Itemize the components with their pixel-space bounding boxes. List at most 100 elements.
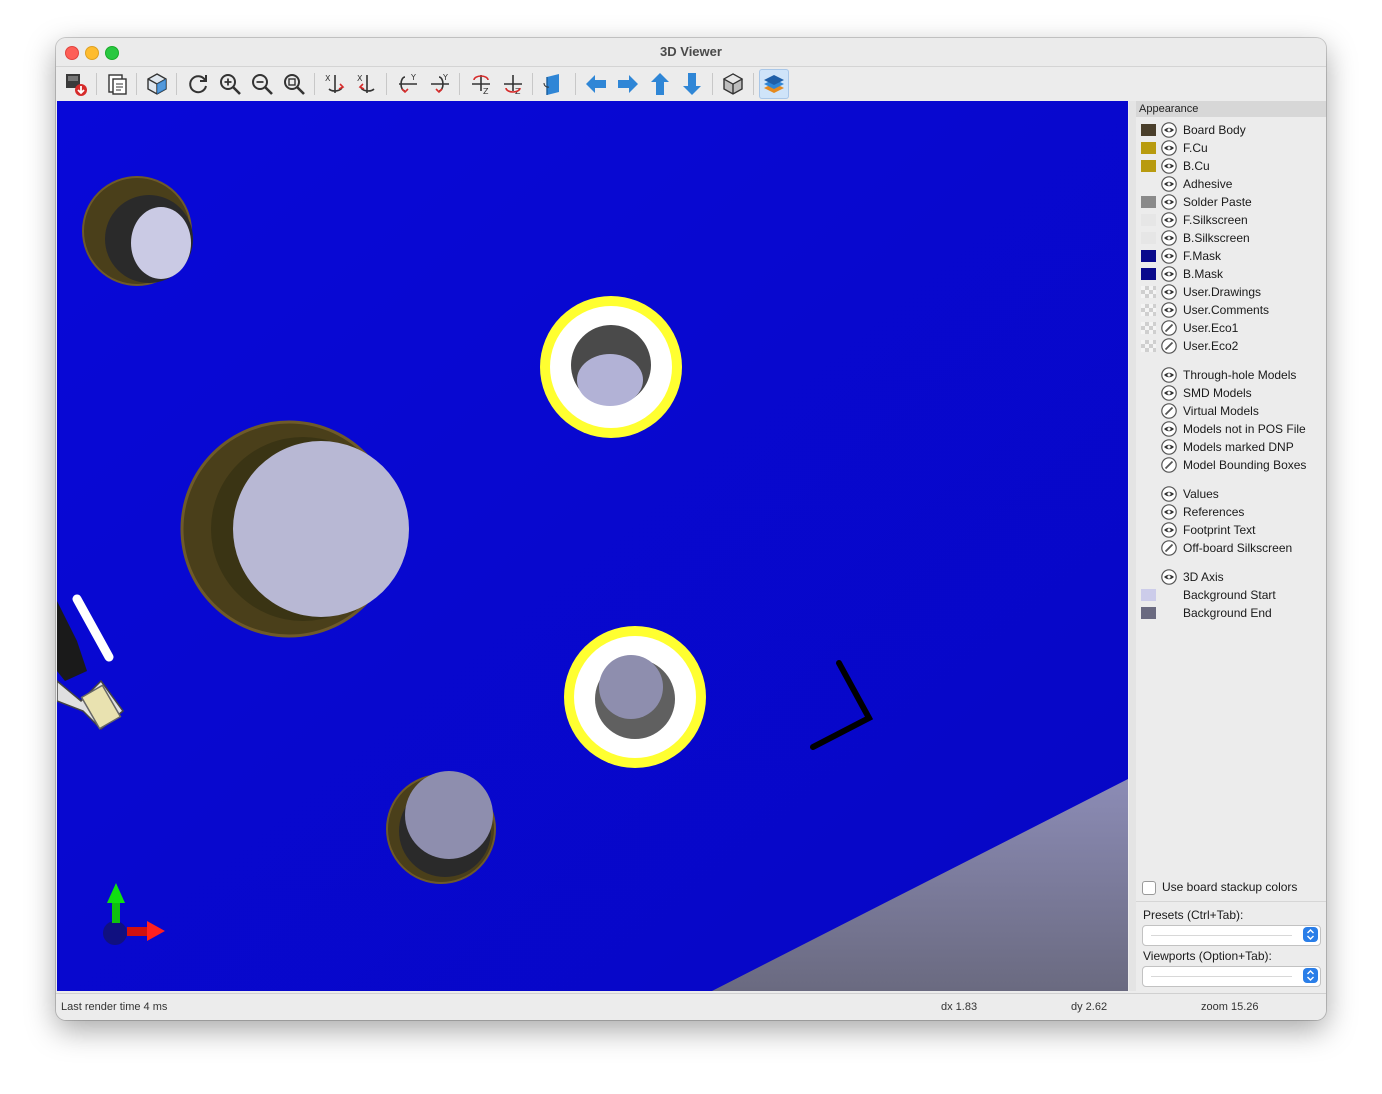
- ortho-view-icon[interactable]: [718, 69, 748, 99]
- svg-text:X: X: [357, 74, 363, 83]
- color-swatch[interactable]: [1141, 142, 1156, 154]
- visibility-eye-icon[interactable]: [1161, 522, 1177, 538]
- rotate-x-cw-icon[interactable]: X: [320, 69, 350, 99]
- visibility-eye-icon[interactable]: [1161, 486, 1177, 502]
- color-swatch[interactable]: [1141, 214, 1156, 226]
- layer-label: Board Body: [1183, 123, 1246, 137]
- visibility-eye-icon[interactable]: [1161, 421, 1177, 437]
- rotate-x-ccw-icon[interactable]: X: [352, 69, 382, 99]
- plated-via: [540, 296, 682, 438]
- color-swatch[interactable]: [1141, 124, 1156, 136]
- layer-row[interactable]: F.Silkscreen: [1140, 211, 1326, 229]
- zoom-out-icon[interactable]: [247, 69, 277, 99]
- layer-row[interactable]: B.Silkscreen: [1140, 229, 1326, 247]
- presets-dropdown[interactable]: [1142, 925, 1321, 946]
- 3d-viewport[interactable]: [57, 101, 1128, 991]
- svg-text:Z: Z: [483, 87, 489, 96]
- visibility-eye-icon[interactable]: [1161, 230, 1177, 246]
- toolbar: X X Y Y Z Z: [56, 67, 1326, 101]
- layer-row[interactable]: Footprint Text: [1140, 521, 1326, 539]
- layer-row[interactable]: Adhesive: [1140, 175, 1326, 193]
- layer-label: Virtual Models: [1183, 404, 1259, 418]
- visibility-eye-icon[interactable]: [1161, 284, 1177, 300]
- layer-row[interactable]: Background Start: [1140, 586, 1326, 604]
- color-swatch[interactable]: [1141, 340, 1156, 352]
- use-stackup-colors-checkbox[interactable]: [1142, 881, 1156, 895]
- reload-icon[interactable]: [183, 69, 213, 99]
- layer-row[interactable]: Board Body: [1140, 121, 1326, 139]
- visibility-eye-icon[interactable]: [1161, 176, 1177, 192]
- layer-row[interactable]: User.Comments: [1140, 301, 1326, 319]
- visibility-eye-icon[interactable]: [1161, 212, 1177, 228]
- visibility-eye-icon[interactable]: [1161, 439, 1177, 455]
- visibility-eye-icon[interactable]: [1161, 385, 1177, 401]
- layer-row[interactable]: Models marked DNP: [1140, 438, 1326, 456]
- visibility-eye-icon[interactable]: [1161, 140, 1177, 156]
- layer-label: F.Silkscreen: [1183, 213, 1248, 227]
- layer-row[interactable]: Through-hole Models: [1140, 366, 1326, 384]
- layer-row[interactable]: User.Eco1: [1140, 319, 1326, 337]
- color-swatch[interactable]: [1141, 232, 1156, 244]
- layer-row[interactable]: Background End: [1140, 604, 1326, 622]
- color-swatch[interactable]: [1141, 607, 1156, 619]
- visibility-off-icon[interactable]: [1161, 338, 1177, 354]
- layer-row[interactable]: F.Mask: [1140, 247, 1326, 265]
- visibility-eye-icon[interactable]: [1161, 266, 1177, 282]
- layer-row[interactable]: Solder Paste: [1140, 193, 1326, 211]
- viewports-dropdown[interactable]: [1142, 966, 1321, 987]
- visibility-eye-icon[interactable]: [1161, 302, 1177, 318]
- layer-label: User.Drawings: [1183, 285, 1262, 299]
- move-left-icon[interactable]: [581, 69, 611, 99]
- color-swatch[interactable]: [1141, 304, 1156, 316]
- visibility-off-icon[interactable]: [1161, 320, 1177, 336]
- zoom-fit-icon[interactable]: [279, 69, 309, 99]
- raytracing-icon[interactable]: [142, 69, 172, 99]
- color-swatch[interactable]: [1141, 322, 1156, 334]
- visibility-eye-icon[interactable]: [1161, 569, 1177, 585]
- title-bar: 3D Viewer: [56, 38, 1326, 67]
- layer-row[interactable]: Virtual Models: [1140, 402, 1326, 420]
- move-down-icon[interactable]: [677, 69, 707, 99]
- flip-board-icon[interactable]: [539, 69, 569, 99]
- layer-row[interactable]: SMD Models: [1140, 384, 1326, 402]
- visibility-off-icon[interactable]: [1161, 403, 1177, 419]
- layer-row[interactable]: 3D Axis: [1140, 568, 1326, 586]
- move-right-icon[interactable]: [613, 69, 643, 99]
- layers-panel-icon[interactable]: [759, 69, 789, 99]
- color-swatch[interactable]: [1141, 268, 1156, 280]
- color-swatch[interactable]: [1141, 286, 1156, 298]
- layer-label: Background End: [1183, 606, 1272, 620]
- color-swatch[interactable]: [1141, 250, 1156, 262]
- visibility-eye-icon[interactable]: [1161, 194, 1177, 210]
- layer-row[interactable]: References: [1140, 503, 1326, 521]
- zoom-in-icon[interactable]: [215, 69, 245, 99]
- copy-clipboard-icon[interactable]: [102, 69, 132, 99]
- rotate-y-cw-icon[interactable]: Y: [393, 69, 423, 99]
- layer-row[interactable]: B.Mask: [1140, 265, 1326, 283]
- visibility-eye-icon[interactable]: [1161, 158, 1177, 174]
- visibility-eye-icon[interactable]: [1161, 248, 1177, 264]
- color-swatch[interactable]: [1141, 196, 1156, 208]
- visibility-eye-icon[interactable]: [1161, 122, 1177, 138]
- rotate-y-ccw-icon[interactable]: Y: [425, 69, 455, 99]
- layer-row[interactable]: Values: [1140, 485, 1326, 503]
- rotate-z-cw-icon[interactable]: Z: [466, 69, 496, 99]
- visibility-eye-icon[interactable]: [1161, 504, 1177, 520]
- layer-row[interactable]: B.Cu: [1140, 157, 1326, 175]
- rotate-z-ccw-icon[interactable]: Z: [498, 69, 528, 99]
- visibility-off-icon[interactable]: [1161, 457, 1177, 473]
- layer-row[interactable]: Model Bounding Boxes: [1140, 456, 1326, 474]
- layer-row[interactable]: User.Drawings: [1140, 283, 1326, 301]
- color-swatch[interactable]: [1141, 160, 1156, 172]
- visibility-eye-icon[interactable]: [1161, 367, 1177, 383]
- layer-row[interactable]: User.Eco2: [1140, 337, 1326, 355]
- layer-row[interactable]: Off-board Silkscreen: [1140, 539, 1326, 557]
- color-swatch[interactable]: [1141, 589, 1156, 601]
- panel-splitter[interactable]: [1129, 101, 1136, 991]
- visibility-off-icon[interactable]: [1161, 540, 1177, 556]
- layer-label: F.Cu: [1183, 141, 1208, 155]
- move-up-icon[interactable]: [645, 69, 675, 99]
- layer-row[interactable]: Models not in POS File: [1140, 420, 1326, 438]
- layer-row[interactable]: F.Cu: [1140, 139, 1326, 157]
- export-image-icon[interactable]: [61, 69, 91, 99]
